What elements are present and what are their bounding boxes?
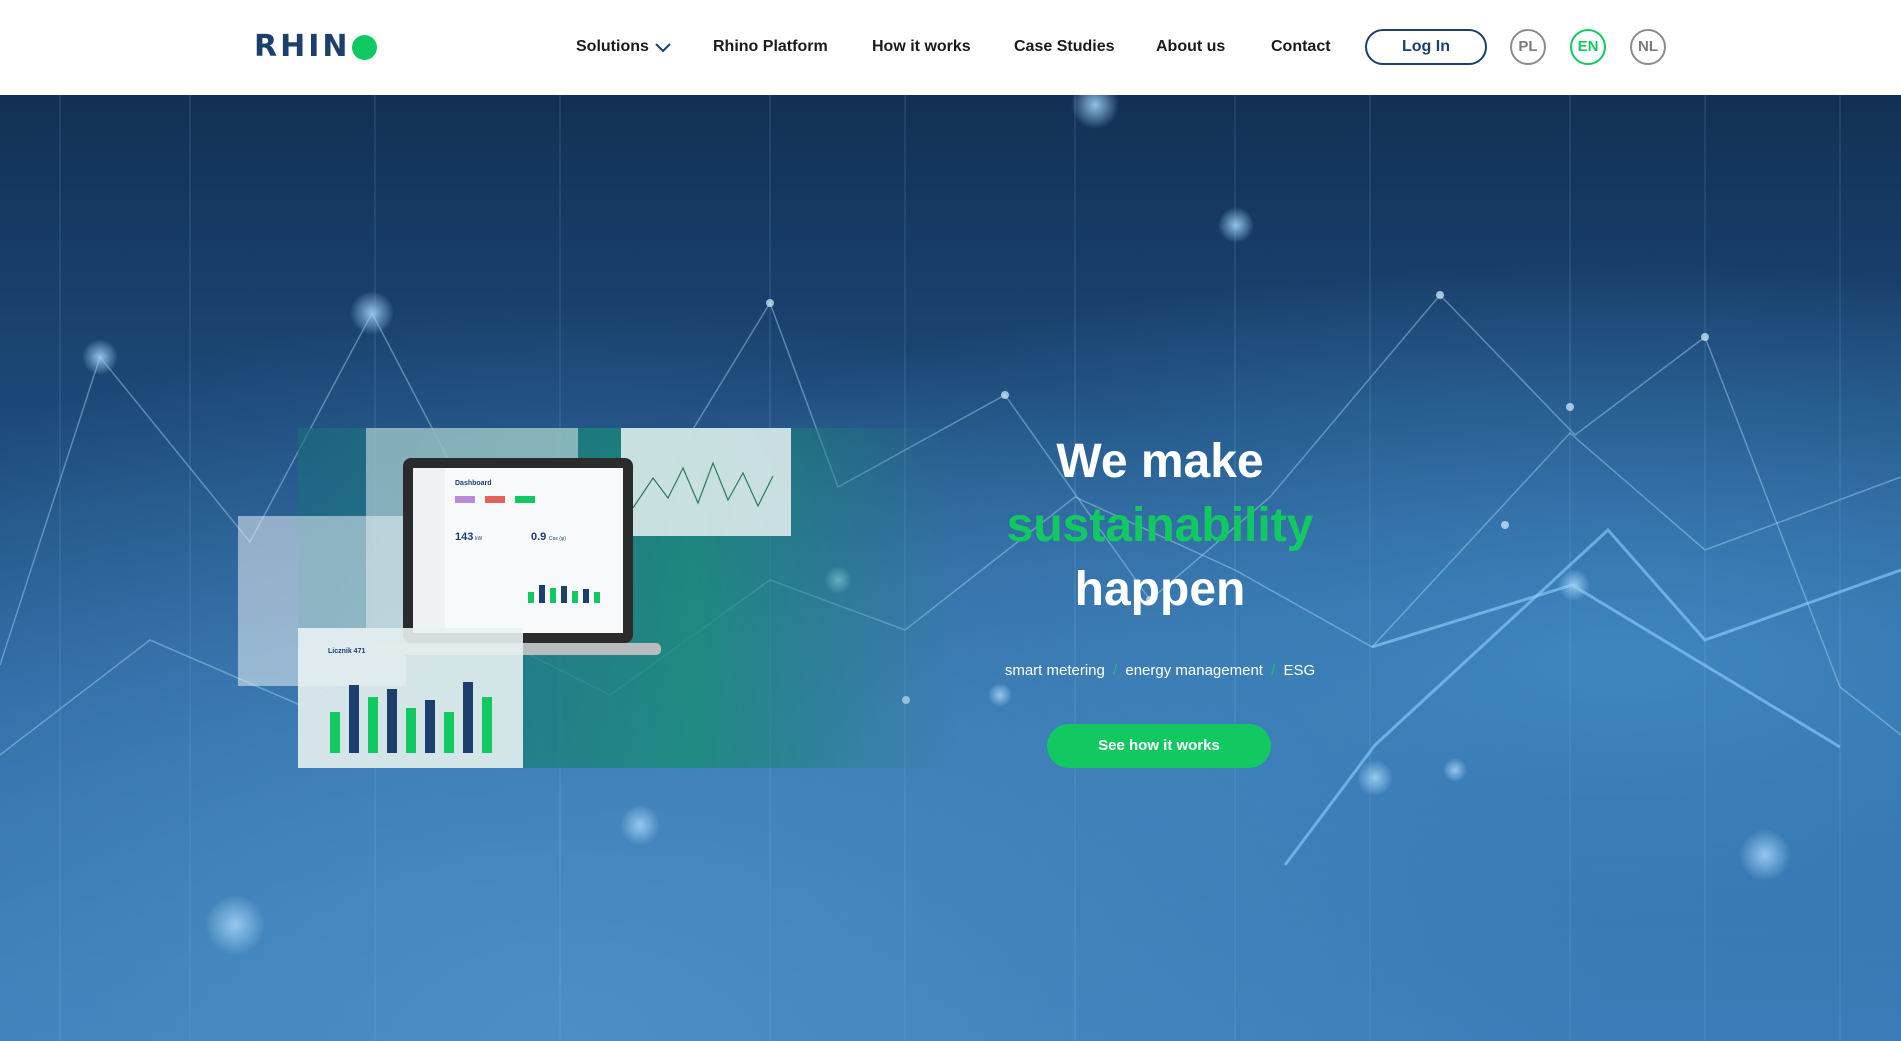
tag-separator: / (1271, 662, 1276, 679)
nav-item-solutions[interactable]: Solutions (576, 37, 649, 57)
nav-item-contact[interactable]: Contact (1271, 37, 1331, 57)
laptop-bar (539, 585, 545, 603)
panel-bar (387, 689, 397, 753)
headline-line-2: sustainability (1006, 499, 1314, 552)
language-en-button[interactable]: EN (1570, 29, 1606, 65)
nav-item-rhino-platform[interactable]: Rhino Platform (713, 37, 828, 57)
tag-separator: / (1113, 662, 1118, 679)
hero-headline: We make sustainability happen (950, 430, 1370, 622)
language-nl-button[interactable]: NL (1630, 29, 1666, 65)
panel-bar (463, 682, 473, 753)
headline-line-1: We make (1056, 435, 1264, 488)
dashboard-showcase-image: Dashboard 143 kW 0.9 Cos (φ) Licznik 471 (238, 428, 958, 768)
login-button[interactable]: Log In (1365, 29, 1487, 65)
panel-bar (368, 697, 378, 753)
top-navbar: RHIN Solutions Rhino Platform How it wor… (0, 0, 1901, 95)
laptop-bar (594, 592, 600, 603)
laptop-bar (561, 586, 567, 603)
hero-tagline: smart metering / energy management / ESG (950, 662, 1370, 679)
hero-section: Dashboard 143 kW 0.9 Cos (φ) Licznik 471… (0, 95, 1901, 1041)
laptop-bar (550, 588, 556, 603)
metric-2-unit: Cos (φ) (549, 536, 566, 542)
nav-item-case-studies[interactable]: Case Studies (1014, 37, 1114, 57)
tag-smart-metering: smart metering (1004, 662, 1105, 679)
metric-1-unit: kW (475, 536, 483, 542)
nav-item-how-it-works[interactable]: How it works (872, 37, 971, 57)
see-how-it-works-button[interactable]: See how it works (1047, 724, 1271, 768)
nav-item-about-us[interactable]: About us (1156, 37, 1225, 57)
headline-line-3: happen (1074, 563, 1246, 616)
tag-esg: ESG (1283, 662, 1316, 679)
laptop-bar (528, 592, 534, 603)
panel-bar (330, 712, 340, 753)
laptop-bar (572, 591, 578, 603)
metric-1-value: 143 (455, 531, 473, 543)
metric-2-value: 0.9 (531, 531, 546, 543)
panel-bar (444, 712, 454, 753)
tag-energy-management: energy management (1125, 662, 1263, 679)
panel-bar (425, 700, 435, 753)
panel-title-text: Licznik 471 (328, 648, 365, 655)
panel-bar (349, 685, 359, 753)
main-navigation: Solutions Rhino Platform How it works Ca… (0, 0, 1901, 95)
chevron-down-icon[interactable] (654, 40, 672, 54)
language-pl-button[interactable]: PL (1510, 29, 1546, 65)
dashboard-title-text: Dashboard (455, 480, 492, 487)
laptop-bar (583, 589, 589, 603)
panel-bar (482, 697, 492, 753)
panel-bar (406, 708, 416, 753)
